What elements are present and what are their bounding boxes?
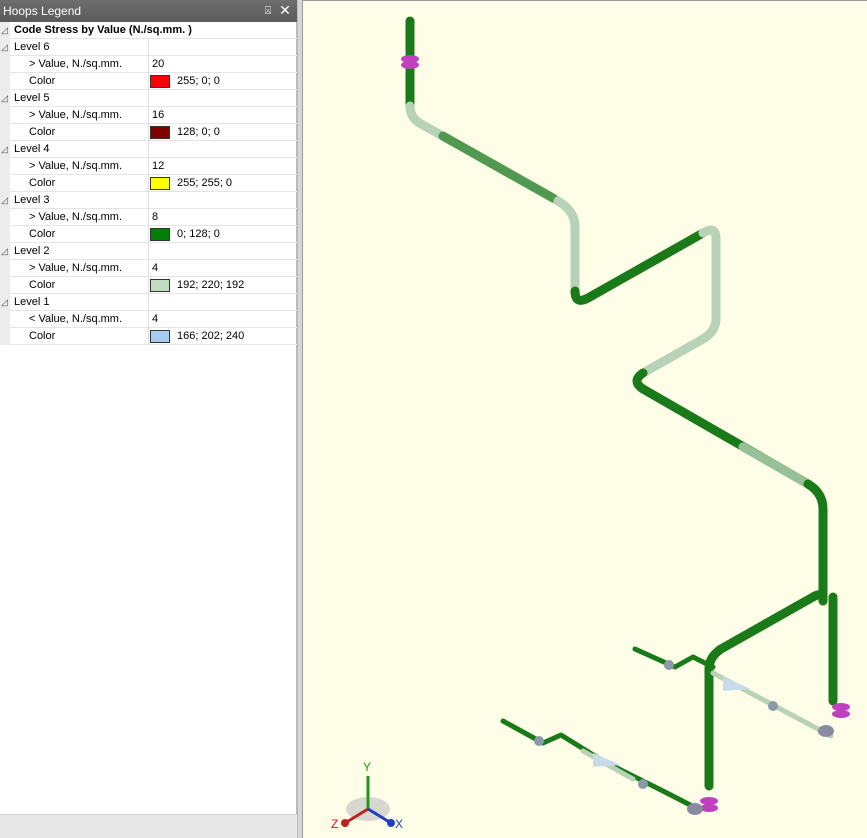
- value-property-label: > Value, N./sq.mm.: [29, 262, 123, 274]
- color-swatch[interactable]: [150, 177, 170, 190]
- close-icon[interactable]: ✕: [278, 2, 292, 18]
- pipe-segment: [570, 228, 708, 305]
- color-property-label: Color: [29, 75, 56, 87]
- pipe-segment: [553, 196, 580, 296]
- value-property-value[interactable]: 8: [152, 211, 158, 223]
- level-color-row[interactable]: Color 0; 128; 0: [0, 226, 297, 243]
- color-property-label: Color: [29, 126, 56, 138]
- legend-level-row[interactable]: ◿ Level 5: [0, 90, 297, 107]
- legend-level-row[interactable]: ◿ Level 6: [0, 39, 297, 56]
- level-value-row[interactable]: > Value, N./sq.mm. 12: [0, 158, 297, 175]
- color-property-value[interactable]: 0; 128; 0: [177, 228, 220, 240]
- collapse-icon[interactable]: ◿: [1, 23, 11, 37]
- color-property-label: Color: [29, 330, 56, 342]
- color-property-label: Color: [29, 228, 56, 240]
- color-swatch[interactable]: [150, 279, 170, 292]
- level-label: Level 5: [14, 92, 50, 104]
- level-value-row[interactable]: > Value, N./sq.mm. 16: [0, 107, 297, 124]
- level-value-row[interactable]: > Value, N./sq.mm. 4: [0, 260, 297, 277]
- value-property-value[interactable]: 4: [152, 313, 158, 325]
- legend-level-row[interactable]: ◿ Level 2: [0, 243, 297, 260]
- collapse-icon[interactable]: ◿: [1, 91, 11, 105]
- level-color-row[interactable]: Color 255; 255; 0: [0, 175, 297, 192]
- level-label: Level 2: [14, 245, 50, 257]
- value-property-label: > Value, N./sq.mm.: [29, 211, 123, 223]
- pipe-model: Y Z X: [331, 16, 850, 831]
- collapse-icon[interactable]: ◿: [1, 40, 11, 54]
- value-property-label: > Value, N./sq.mm.: [29, 109, 123, 121]
- flange-group: [401, 55, 850, 815]
- color-property-value[interactable]: 192; 220; 192: [177, 279, 244, 291]
- pipe-segment: [638, 314, 721, 378]
- color-swatch[interactable]: [150, 75, 170, 88]
- legend-level-row[interactable]: ◿ Level 3: [0, 192, 297, 209]
- legend-property-grid: ◿ Code Stress by Value (N./sq.mm. ) ◿ Lev…: [0, 22, 297, 345]
- collapse-icon[interactable]: ◿: [1, 193, 11, 207]
- level-value-row[interactable]: > Value, N./sq.mm. 8: [0, 209, 297, 226]
- level-color-row[interactable]: Color 128; 0; 0: [0, 124, 297, 141]
- color-property-value[interactable]: 255; 0; 0: [177, 75, 220, 87]
- value-property-label: > Value, N./sq.mm.: [29, 160, 123, 172]
- color-property-value[interactable]: 166; 202; 240: [177, 330, 244, 342]
- level-label: Level 6: [14, 41, 50, 53]
- pipe-segment: [438, 131, 558, 203]
- level-label: Level 1: [14, 296, 50, 308]
- value-property-value[interactable]: 4: [152, 262, 158, 274]
- color-property-value[interactable]: 255; 255; 0: [177, 177, 232, 189]
- collapse-icon[interactable]: ◿: [1, 142, 11, 156]
- value-property-label: > Value, N./sq.mm.: [29, 58, 123, 70]
- pipe-segment: [698, 225, 721, 324]
- color-swatch[interactable]: [150, 126, 170, 139]
- value-property-value[interactable]: 12: [152, 160, 164, 172]
- 3d-viewport[interactable]: Y Z X: [302, 0, 867, 838]
- level-label: Level 4: [14, 143, 50, 155]
- axis-triad: Y Z X: [331, 760, 403, 831]
- pane-titlebar: Hoops Legend ⍓ ✕: [0, 0, 297, 22]
- level-color-row[interactable]: Color 166; 202; 240: [0, 328, 297, 345]
- legend-level-row[interactable]: ◿ Level 4: [0, 141, 297, 158]
- collapse-icon[interactable]: ◿: [1, 295, 11, 309]
- pipe-segment: [716, 590, 828, 654]
- legend-category-label: Code Stress by Value (N./sq.mm. ): [14, 24, 192, 36]
- level-label: Level 3: [14, 194, 50, 206]
- axis-y-label: Y: [363, 760, 371, 774]
- level-color-row[interactable]: Color 255; 0; 0: [0, 73, 297, 90]
- color-swatch[interactable]: [150, 228, 170, 241]
- value-property-label: < Value, N./sq.mm.: [29, 313, 123, 325]
- legend-level-row[interactable]: ◿ Level 1: [0, 294, 297, 311]
- pin-icon[interactable]: ⍓: [261, 3, 275, 19]
- legend-pane: Hoops Legend ⍓ ✕ ◿ Code Stress by Value …: [0, 0, 297, 838]
- legend-category-row[interactable]: ◿ Code Stress by Value (N./sq.mm. ): [0, 22, 297, 39]
- color-property-label: Color: [29, 279, 56, 291]
- color-property-label: Color: [29, 177, 56, 189]
- pipe-segment: [738, 442, 813, 489]
- axis-x-label: X: [395, 817, 403, 831]
- pane-title: Hoops Legend: [3, 4, 82, 18]
- value-property-value[interactable]: 16: [152, 109, 164, 121]
- color-swatch[interactable]: [150, 330, 170, 343]
- pipe-segment: [632, 646, 716, 670]
- color-property-value[interactable]: 128; 0; 0: [177, 126, 220, 138]
- pane-footer: [0, 815, 297, 838]
- level-color-row[interactable]: Color 192; 220; 192: [0, 277, 297, 294]
- axis-z-label: Z: [331, 817, 338, 831]
- pipe-segment: [704, 644, 726, 791]
- level-value-row[interactable]: > Value, N./sq.mm. 20: [0, 56, 297, 73]
- value-property-value[interactable]: 20: [152, 58, 164, 70]
- level-value-row[interactable]: < Value, N./sq.mm. 4: [0, 311, 297, 328]
- collapse-icon[interactable]: ◿: [1, 244, 11, 258]
- pipe-segment: [803, 479, 828, 606]
